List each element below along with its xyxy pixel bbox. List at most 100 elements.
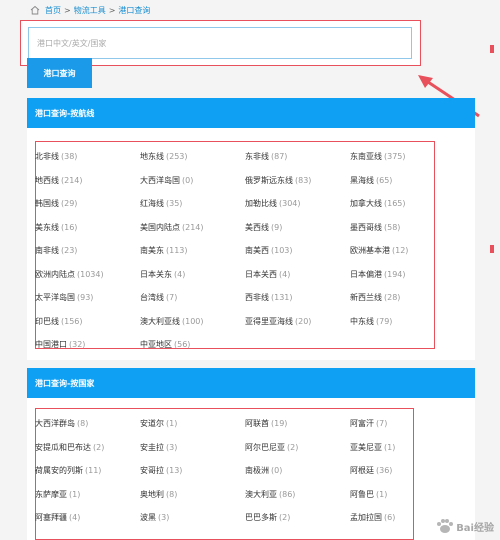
country-link[interactable]: 安圭拉 (3): [140, 436, 245, 460]
breadcrumb-logistics-tools-link[interactable]: 物流工具: [74, 5, 106, 16]
route-link-name: 西非线: [245, 293, 269, 303]
country-link[interactable]: 亚美尼亚 (1): [350, 436, 460, 460]
route-section-header: 港口查询-按航线: [27, 98, 475, 128]
breadcrumb-home-link[interactable]: 首页: [45, 5, 61, 16]
breadcrumb-separator: >: [108, 5, 116, 15]
search-input[interactable]: [28, 27, 412, 59]
route-link[interactable]: 日本偏港 (194): [350, 263, 460, 287]
route-link[interactable]: 加勒比线 (304): [245, 192, 350, 216]
route-link-name: 日本关东: [140, 269, 172, 279]
route-link-name: 地东线: [140, 152, 164, 162]
route-link[interactable]: 南非线 (23): [35, 239, 140, 263]
route-link[interactable]: 东南亚线 (375): [350, 145, 460, 169]
country-link[interactable]: 阿富汗 (7): [350, 412, 460, 436]
country-link-name: 阿尔巴尼亚: [245, 442, 285, 452]
route-link[interactable]: 北非线 (38): [35, 145, 140, 169]
route-link[interactable]: 西非线 (131): [245, 286, 350, 310]
country-link-count: (6): [384, 513, 396, 523]
route-link[interactable]: 东非线 (87): [245, 145, 350, 169]
country-link-name: 奥地利: [140, 489, 164, 499]
route-link[interactable]: 美东线 (16): [35, 216, 140, 240]
route-link[interactable]: 印巴线 (156): [35, 310, 140, 334]
route-link-name: 美东线: [35, 222, 59, 232]
route-link[interactable]: 美国内陆点 (214): [140, 216, 245, 240]
route-link[interactable]: 太平洋岛国 (93): [35, 286, 140, 310]
route-link-name: 南美东: [140, 246, 164, 256]
route-link-name: 印巴线: [35, 316, 59, 326]
route-link[interactable]: 欧洲内陆点 (1034): [35, 263, 140, 287]
country-link-count: (1): [376, 489, 388, 499]
route-link[interactable]: 欧洲基本港 (12): [350, 239, 460, 263]
country-link-name: 阿鲁巴: [350, 489, 374, 499]
route-link-name: 大西洋岛国: [140, 175, 180, 185]
country-link[interactable]: 安哥拉 (13): [140, 459, 245, 483]
route-link[interactable]: 俄罗斯远东线 (83): [245, 169, 350, 193]
route-link[interactable]: 中东线 (79): [350, 310, 460, 334]
route-link-count: (304): [279, 199, 301, 209]
country-link-name: 澳大利亚: [245, 489, 277, 499]
route-link[interactable]: 美西线 (9): [245, 216, 350, 240]
side-marker: [490, 245, 494, 253]
country-link[interactable]: 荷属安的列斯 (11): [35, 459, 140, 483]
country-link-count: (36): [376, 466, 393, 476]
country-link[interactable]: 波黑 (3): [140, 506, 245, 530]
route-link-count: (35): [166, 199, 183, 209]
breadcrumb: 首页 > 物流工具 > 港口查询: [30, 4, 150, 16]
route-link-name: 中亚地区: [140, 340, 172, 350]
country-link[interactable]: 安提瓜和巴布达 (2): [35, 436, 140, 460]
route-link-count: (87): [271, 152, 288, 162]
route-link[interactable]: 地东线 (253): [140, 145, 245, 169]
route-link[interactable]: 加拿大线 (165): [350, 192, 460, 216]
country-link-count: (1): [384, 442, 396, 452]
route-link[interactable]: 亚得里亚海线 (20): [245, 310, 350, 334]
route-link[interactable]: 南美西 (103): [245, 239, 350, 263]
route-link[interactable]: 新西兰线 (28): [350, 286, 460, 310]
route-link[interactable]: 中国港口 (32): [35, 333, 140, 357]
country-link-name: 安道尔: [140, 419, 164, 429]
route-link-count: (253): [166, 152, 188, 162]
route-link[interactable]: 大西洋岛国 (0): [140, 169, 245, 193]
home-icon[interactable]: [30, 5, 40, 15]
country-link-count: (1): [166, 419, 178, 429]
route-link[interactable]: 澳大利亚线 (100): [140, 310, 245, 334]
country-link-name: 南极洲: [245, 466, 269, 476]
country-link[interactable]: 阿塞拜疆 (4): [35, 506, 140, 530]
country-link-name: 巴巴多斯: [245, 513, 277, 523]
route-link[interactable]: 日本关东 (4): [140, 263, 245, 287]
country-link-count: (8): [166, 489, 178, 499]
route-link[interactable]: 红海线 (35): [140, 192, 245, 216]
country-link-name: 阿塞拜疆: [35, 513, 67, 523]
route-link-count: (83): [295, 175, 312, 185]
route-link-count: (9): [271, 222, 283, 232]
breadcrumb-port-query[interactable]: 港口查询: [118, 5, 150, 16]
country-link[interactable]: 安道尔 (1): [140, 412, 245, 436]
country-link[interactable]: 阿尔巴尼亚 (2): [245, 436, 350, 460]
route-link[interactable]: 中亚地区 (56): [140, 333, 245, 357]
route-link-name: 地西线: [35, 175, 59, 185]
country-link[interactable]: 澳大利亚 (86): [245, 483, 350, 507]
route-link-count: (79): [376, 316, 393, 326]
route-link[interactable]: 南美东 (113): [140, 239, 245, 263]
country-link[interactable]: 大西洋群岛 (8): [35, 412, 140, 436]
country-link-count: (4): [69, 513, 81, 523]
route-link[interactable]: 台湾线 (7): [140, 286, 245, 310]
breadcrumb-separator: >: [64, 5, 71, 15]
country-link-count: (19): [271, 419, 288, 429]
country-link[interactable]: 南极洲 (0): [245, 459, 350, 483]
country-link[interactable]: 阿联酋 (19): [245, 412, 350, 436]
route-link-name: 澳大利亚线: [140, 316, 180, 326]
route-link[interactable]: 黑海线 (65): [350, 169, 460, 193]
port-search-button[interactable]: 港口查询: [27, 58, 92, 88]
country-link[interactable]: 阿鲁巴 (1): [350, 483, 460, 507]
country-link[interactable]: 东萨摩亚 (1): [35, 483, 140, 507]
route-link[interactable]: 日本关西 (4): [245, 263, 350, 287]
route-link-count: (28): [384, 293, 401, 303]
route-link[interactable]: 墨西哥线 (58): [350, 216, 460, 240]
route-link[interactable]: 韩国线 (29): [35, 192, 140, 216]
country-link[interactable]: 巴巴多斯 (2): [245, 506, 350, 530]
route-link-count: (131): [271, 293, 293, 303]
route-link-name: 美西线: [245, 222, 269, 232]
country-link[interactable]: 阿根廷 (36): [350, 459, 460, 483]
route-link[interactable]: 地西线 (214): [35, 169, 140, 193]
country-link[interactable]: 奥地利 (8): [140, 483, 245, 507]
